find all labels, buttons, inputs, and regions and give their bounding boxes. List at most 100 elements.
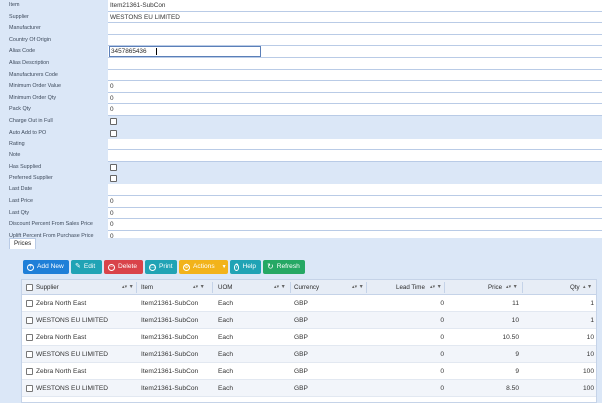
cell-qty: 100 — [582, 368, 594, 375]
cell-uom: Each — [218, 351, 234, 358]
has-supplied-checkbox[interactable] — [110, 163, 117, 171]
header-supplier: Supplier — [36, 284, 59, 291]
table-row[interactable]: Zebra North East Item21361-SubCon Each GBP 0… — [22, 295, 596, 312]
last-date-field[interactable] — [108, 184, 602, 196]
row-checkbox[interactable] — [26, 351, 33, 358]
column-divider[interactable] — [444, 282, 445, 293]
column-divider[interactable] — [290, 282, 291, 293]
label-item: Item — [0, 0, 108, 12]
col-uom[interactable]: UOM ▴▾ ▼ — [218, 280, 290, 294]
refresh-button[interactable]: ↻ Refresh — [263, 260, 305, 274]
col-supplier[interactable]: Supplier ▴▾ ▼ — [36, 280, 136, 294]
label-auto-add-to-po: Auto Add to PO — [0, 127, 108, 139]
label-pack-qty: Pack Qty — [0, 104, 108, 116]
row-last-qty: Last Qty 0 — [0, 207, 602, 220]
alias-code-field[interactable]: 3457865436 — [108, 46, 602, 58]
col-price[interactable]: Price ▴▾ ▼ — [488, 280, 548, 294]
label-country-of-origin: Country Of Origin — [0, 34, 108, 47]
col-qty[interactable]: Qty ▴ ▼ — [570, 280, 596, 295]
row-manufacturer: Manufacturer — [0, 23, 602, 35]
note-field[interactable] — [108, 150, 602, 162]
row-checkbox[interactable] — [26, 385, 33, 392]
cell-supplier: WESTONS EU LIMITED — [36, 317, 109, 324]
row-preferred-supplier: Preferred Supplier — [0, 173, 602, 185]
last-price-field[interactable]: 0 — [108, 195, 602, 208]
cell-lead-time: 0 — [440, 300, 444, 307]
table-row[interactable]: WESTONS EU LIMITED Item21361-SubCon Each GB… — [22, 346, 596, 363]
row-checkbox[interactable] — [26, 300, 33, 307]
pack-qty-field[interactable]: 0 — [108, 104, 602, 116]
prices-grid: Supplier ▴▾ ▼ Item ▴▾ ▼ UOM ▴▾ ▼ Currenc… — [21, 279, 597, 403]
sort-filter-icon[interactable]: ▴▾ ▼ — [430, 280, 442, 295]
discount-percent-value: 0 — [110, 221, 114, 229]
country-of-origin-field[interactable] — [108, 34, 602, 47]
row-checkbox[interactable] — [26, 334, 33, 341]
table-row[interactable]: WESTONS EU LIMITED Item21361-SubCon Each GB… — [22, 312, 596, 329]
minimum-order-value-field[interactable]: 0 — [108, 81, 602, 93]
header-lead-time: Lead Time — [396, 284, 425, 291]
header-item: Item — [141, 284, 154, 291]
cell-item: Item21361-SubCon — [141, 351, 199, 358]
add-new-button[interactable]: + Add New — [23, 260, 69, 274]
edit-button[interactable]: ✎ Edit — [71, 260, 102, 274]
delete-button[interactable]: − Delete — [104, 260, 143, 274]
cell-lead-time: 0 — [440, 351, 444, 358]
discount-percent-field[interactable]: 0 — [108, 219, 602, 231]
row-pack-qty: Pack Qty 0 — [0, 104, 602, 116]
label-charge-out-in-full: Charge Out in Full — [0, 115, 108, 128]
column-divider[interactable] — [136, 282, 137, 293]
manufacturer-field[interactable] — [108, 23, 602, 35]
last-qty-field[interactable]: 0 — [108, 207, 602, 220]
rating-field[interactable] — [108, 138, 602, 151]
select-all-checkbox[interactable] — [26, 284, 33, 291]
sort-filter-icon[interactable]: ▴▾ ▼ — [506, 280, 518, 295]
minimum-order-qty-field[interactable]: 0 — [108, 92, 602, 105]
chevron-down-icon: ▼ — [221, 264, 227, 270]
cell-supplier: WESTONS EU LIMITED — [36, 385, 109, 392]
sort-filter-icon[interactable]: ▴▾ ▼ — [352, 280, 364, 295]
sort-filter-icon[interactable]: ▴▾ ▼ — [122, 280, 134, 295]
item-field[interactable]: Item21361-SubCon — [108, 0, 602, 12]
row-checkbox[interactable] — [26, 368, 33, 375]
gear-icon: ⚙ — [183, 263, 190, 271]
col-currency[interactable]: Currency ▴▾ ▼ — [294, 280, 366, 294]
auto-add-to-po-field — [108, 127, 602, 139]
supplier-field[interactable]: WESTONS EU LIMITED — [108, 11, 602, 24]
charge-out-in-full-checkbox[interactable] — [110, 117, 117, 125]
tab-prices[interactable]: Prices — [9, 238, 37, 249]
row-discount-percent: Discount Percent From Sales Price 0 — [0, 219, 602, 231]
table-row[interactable]: Zebra North East Item21361-SubCon Each GBP 0… — [22, 363, 596, 380]
label-alias-code: Alias Code — [0, 46, 108, 58]
cell-currency: GBP — [294, 334, 308, 341]
col-item[interactable]: Item ▴▾ ▼ — [141, 280, 211, 294]
cell-item: Item21361-SubCon — [141, 334, 199, 341]
row-item: Item Item21361-SubCon — [0, 0, 602, 12]
cell-currency: GBP — [294, 385, 308, 392]
cell-uom: Each — [218, 334, 234, 341]
sort-filter-icon[interactable]: ▴▾ ▼ — [193, 280, 205, 295]
column-divider[interactable] — [212, 282, 213, 293]
last-qty-value: 0 — [110, 209, 114, 217]
actions-button[interactable]: ⚙ Actions ▼ — [179, 260, 228, 274]
manufacturers-code-field[interactable] — [108, 69, 602, 82]
table-row[interactable]: WESTONS EU LIMITED Item21361-SubCon Each GB… — [22, 380, 596, 397]
cell-price: 8.50 — [506, 385, 519, 392]
cell-qty: 1 — [590, 317, 594, 324]
alias-description-field[interactable] — [108, 57, 602, 70]
cell-lead-time: 0 — [440, 385, 444, 392]
preferred-supplier-checkbox[interactable] — [110, 175, 117, 183]
cell-currency: GBP — [294, 300, 308, 307]
help-button[interactable]: ? Help — [230, 260, 261, 274]
col-lead-time[interactable]: Lead Time ▴▾ ▼ — [396, 280, 468, 294]
column-divider[interactable] — [522, 282, 523, 293]
sort-filter-icon[interactable]: ▴ ▼ — [583, 280, 592, 295]
column-divider[interactable] — [366, 282, 367, 293]
alias-code-input[interactable]: 3457865436 — [109, 46, 261, 58]
label-minimum-order-qty: Minimum Order Qty — [0, 92, 108, 105]
table-row[interactable]: Zebra North East Item21361-SubCon Each GBP 0… — [22, 329, 596, 346]
row-checkbox[interactable] — [26, 317, 33, 324]
print-button[interactable]: ▭ Print — [145, 260, 177, 274]
sort-filter-icon[interactable]: ▴▾ ▼ — [274, 280, 286, 295]
actions-label: Actions — [193, 263, 215, 270]
auto-add-to-po-checkbox[interactable] — [110, 129, 117, 137]
